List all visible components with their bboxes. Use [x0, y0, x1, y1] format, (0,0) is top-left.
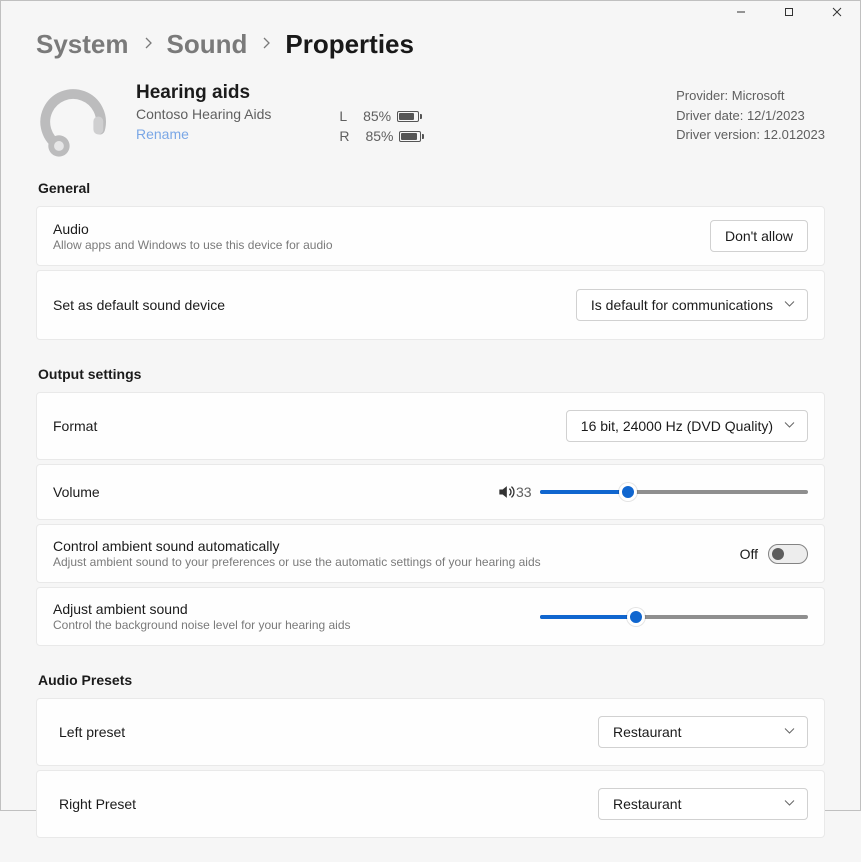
close-button[interactable] [814, 1, 860, 23]
chevron-down-icon [784, 726, 795, 738]
card-ambient-auto: Control ambient sound automatically Adju… [36, 524, 825, 583]
format-value: 16 bit, 24000 Hz (DVD Quality) [581, 418, 773, 434]
default-device-select[interactable]: Is default for communications [576, 289, 808, 321]
ambient-auto-title: Control ambient sound automatically [53, 538, 740, 554]
left-preset-select[interactable]: Restaurant [598, 716, 808, 748]
battery-block: L 85% R 85% [339, 106, 421, 146]
chevron-down-icon [784, 420, 795, 432]
chevron-down-icon [784, 299, 795, 311]
volume-slider[interactable] [540, 482, 808, 502]
format-select[interactable]: 16 bit, 24000 Hz (DVD Quality) [566, 410, 808, 442]
chevron-right-icon [143, 36, 153, 54]
window-controls [718, 1, 860, 23]
driver-date: Driver date: 12/1/2023 [676, 106, 825, 126]
chevron-down-icon [784, 798, 795, 810]
card-format: Format 16 bit, 24000 Hz (DVD Quality) [36, 392, 825, 460]
maximize-button[interactable] [766, 1, 812, 23]
ambient-adjust-desc: Control the background noise level for y… [53, 618, 540, 632]
battery-left-pct: 85% [363, 108, 391, 124]
section-general: General [38, 180, 825, 196]
card-right-preset: Right Preset Restaurant [36, 770, 825, 838]
section-presets: Audio Presets [38, 672, 825, 688]
audio-title: Audio [53, 221, 710, 237]
ambient-auto-state: Off [740, 546, 758, 562]
chevron-right-icon [261, 36, 271, 54]
breadcrumb-current: Properties [285, 29, 414, 60]
right-preset-title: Right Preset [59, 796, 598, 812]
breadcrumb-system[interactable]: System [36, 29, 129, 60]
ambient-adjust-slider[interactable] [540, 607, 808, 627]
battery-icon [397, 111, 419, 122]
audio-desc: Allow apps and Windows to use this devic… [53, 238, 710, 252]
ambient-auto-toggle[interactable] [768, 544, 808, 564]
volume-value: 33 [516, 484, 540, 500]
card-ambient-adjust: Adjust ambient sound Control the backgro… [36, 587, 825, 646]
rename-link[interactable]: Rename [136, 126, 189, 142]
device-header: Hearing aids Contoso Hearing Aids Rename… [36, 82, 825, 164]
volume-title: Volume [53, 484, 100, 500]
card-audio: Audio Allow apps and Windows to use this… [36, 206, 825, 266]
battery-right-pct: 85% [365, 128, 393, 144]
driver-provider: Provider: Microsoft [676, 86, 825, 106]
breadcrumb: System Sound Properties [36, 29, 825, 60]
speaker-icon[interactable] [496, 482, 516, 502]
device-name: Hearing aids [136, 82, 271, 104]
dont-allow-button[interactable]: Don't allow [710, 220, 808, 252]
default-device-title: Set as default sound device [53, 297, 576, 313]
ambient-adjust-title: Adjust ambient sound [53, 601, 540, 617]
driver-version: Driver version: 12.012023 [676, 125, 825, 145]
section-output: Output settings [38, 366, 825, 382]
hearing-aid-icon [36, 82, 118, 164]
breadcrumb-sound[interactable]: Sound [167, 29, 248, 60]
card-left-preset: Left preset Restaurant [36, 698, 825, 766]
minimize-button[interactable] [718, 1, 764, 23]
device-manufacturer: Contoso Hearing Aids [136, 106, 271, 122]
right-preset-value: Restaurant [613, 796, 681, 812]
right-preset-select[interactable]: Restaurant [598, 788, 808, 820]
driver-info: Provider: Microsoft Driver date: 12/1/20… [676, 86, 825, 145]
ambient-auto-desc: Adjust ambient sound to your preferences… [53, 555, 740, 569]
format-title: Format [53, 418, 566, 434]
default-device-value: Is default for communications [591, 297, 773, 313]
battery-icon [399, 131, 421, 142]
battery-left-label: L [339, 108, 347, 124]
card-default-device: Set as default sound device Is default f… [36, 270, 825, 340]
battery-right-label: R [339, 128, 349, 144]
left-preset-title: Left preset [59, 724, 598, 740]
device-info: Hearing aids Contoso Hearing Aids Rename [136, 82, 271, 144]
left-preset-value: Restaurant [613, 724, 681, 740]
card-volume: Volume 33 [36, 464, 825, 520]
